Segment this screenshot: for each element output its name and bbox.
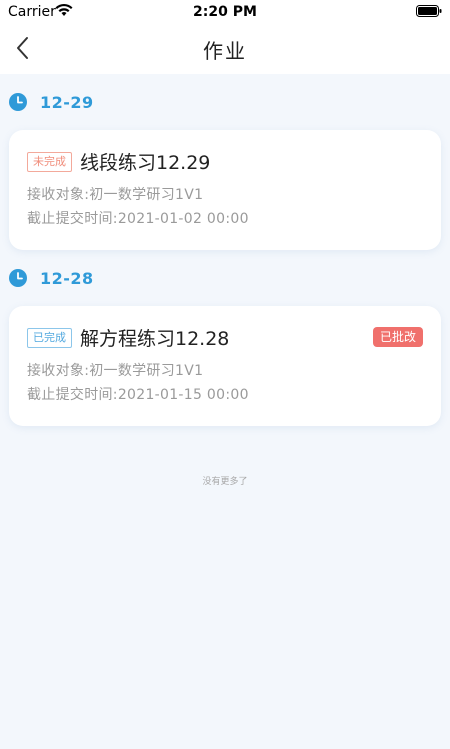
clock-time: 2:20 PM: [193, 4, 257, 20]
recipient-text: 接收对象:初一数学研习1V1: [27, 187, 204, 203]
status-tag: 未完成: [27, 151, 72, 172]
recipient-text: 接收对象:初一数学研习1V1: [27, 363, 204, 379]
nav-bar: 作业: [0, 24, 450, 74]
date-header: 12-28: [8, 267, 94, 289]
status-tag: 已完成: [27, 327, 72, 348]
clock-icon: [9, 93, 27, 111]
homework-title: 线段练习12.29: [80, 152, 211, 174]
date-label: 12-28: [40, 268, 94, 288]
card-title-row: 未完成 线段练习12.29: [27, 148, 210, 175]
no-more-text: 没有更多了: [202, 477, 248, 487]
date-label: 12-29: [40, 92, 94, 112]
date-header: 12-29: [8, 91, 94, 113]
homework-card[interactable]: 未完成 线段练习12.29 接收对象:初一数学研习1V1 截止提交时间:2021…: [9, 130, 441, 250]
status-bar: Carrier 2:20 PM: [0, 0, 450, 24]
page-title: 作业: [203, 39, 247, 63]
graded-badge: 已批改: [372, 327, 423, 347]
homework-card[interactable]: 已完成 解方程练习12.28 已批改 接收对象:初一数学研习1V1 截止提交时间…: [9, 306, 441, 426]
deadline-text: 截止提交时间:2021-01-15 00:00: [27, 387, 249, 403]
deadline-text: 截止提交时间:2021-01-02 00:00: [27, 211, 249, 227]
clock-icon: [9, 269, 27, 287]
card-title-row: 已完成 解方程练习12.28: [27, 324, 229, 351]
battery-icon: [416, 5, 442, 17]
homework-title: 解方程练习12.28: [80, 328, 230, 350]
homework-list[interactable]: 12-29 未完成 线段练习12.29 接收对象:初一数学研习1V1 截止提交时…: [0, 74, 450, 749]
